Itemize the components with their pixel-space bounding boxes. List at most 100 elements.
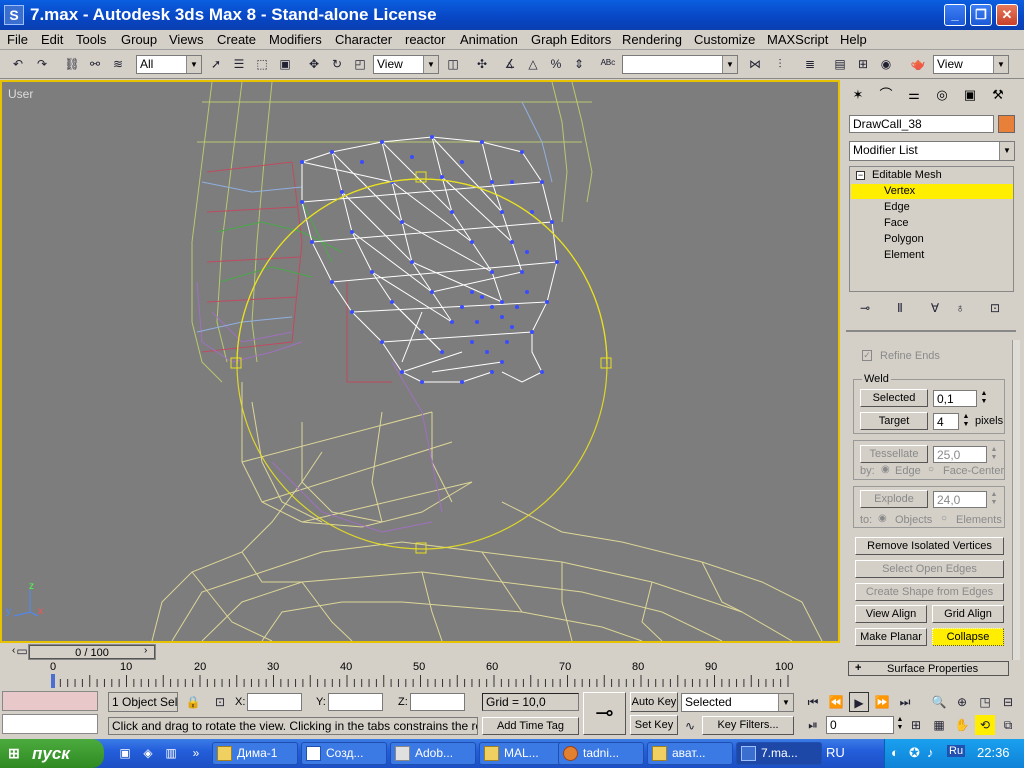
track-bar[interactable]: 0 10 20 30 40 50 60 70 80 90 100 <box>0 661 843 689</box>
app-icon[interactable]: S <box>4 5 24 25</box>
tessellate-edge-radio[interactable]: ◉ <box>881 464 890 475</box>
panel-scrollbar[interactable] <box>1012 340 1020 660</box>
add-time-tag-button[interactable]: Add Time Tag <box>482 717 579 735</box>
tessellate-face-center-radio[interactable]: ○ <box>928 464 934 475</box>
task-folder-dima[interactable]: Дима-1 <box>212 742 298 765</box>
time-config-icon[interactable]: ⊞ <box>906 715 926 735</box>
tray-lang-icon[interactable]: Ru <box>947 745 966 757</box>
maximize-button[interactable]: ❐ <box>970 4 992 26</box>
menu-modifiers[interactable]: Modifiers <box>269 32 322 47</box>
ref-coord-dropdown[interactable]: View ▼ <box>373 55 439 74</box>
weld-selected-button[interactable]: Selected <box>860 389 928 407</box>
render-view-dropdown[interactable]: View ▼ <box>933 55 1009 74</box>
create-tab-icon[interactable]: ✶ <box>846 83 870 107</box>
show-end-result-icon[interactable]: Ⅱ <box>890 298 910 318</box>
stack-item-vertex[interactable]: Vertex <box>884 185 915 197</box>
field-of-view-icon[interactable]: ▦ <box>929 715 949 735</box>
stack-item-face[interactable]: Face <box>884 217 908 229</box>
auto-key-button[interactable]: Auto Key <box>630 692 678 712</box>
menu-file[interactable]: File <box>7 32 28 47</box>
play-icon[interactable]: ▶ <box>849 692 869 712</box>
select-object-icon[interactable]: ➚ <box>206 54 226 74</box>
weld-threshold-field[interactable]: 0,1 <box>933 390 977 407</box>
select-open-edges-button[interactable]: Select Open Edges <box>855 560 1004 578</box>
tray-network-icon[interactable]: ◐ <box>891 745 899 760</box>
pin-stack-icon[interactable]: ⊸ <box>855 298 875 318</box>
prev-frame-icon[interactable]: ⏪ <box>826 692 846 712</box>
create-shape-from-edges-button[interactable]: Create Shape from Edges <box>855 583 1004 601</box>
menu-maxscript[interactable]: MAXScript <box>767 32 828 47</box>
motion-tab-icon[interactable]: ◎ <box>930 83 954 107</box>
key-mode-dropdown[interactable]: Selected ▼ <box>681 693 794 712</box>
menu-help[interactable]: Help <box>840 32 867 47</box>
frame-spinner-icon[interactable]: ▲ ▼ <box>895 716 905 732</box>
menu-rendering[interactable]: Rendering <box>622 32 682 47</box>
key-icon[interactable]: ⊸ <box>583 692 626 735</box>
modifier-list-dropdown[interactable]: Modifier List ▼ <box>849 141 1015 161</box>
menu-views[interactable]: Views <box>169 32 203 47</box>
viewport-user[interactable]: User z x y <box>0 80 840 643</box>
task-folder-mal[interactable]: MAL... <box>479 742 565 765</box>
collapse-toggle-icon[interactable]: − <box>856 171 865 180</box>
goto-start-icon[interactable]: ⏮ <box>803 692 823 712</box>
display-tab-icon[interactable]: ▣ <box>958 83 982 107</box>
stack-item-element[interactable]: Element <box>884 249 924 261</box>
weld-target-button[interactable]: Target <box>860 412 928 430</box>
quicklaunch-2-icon[interactable]: ◈ <box>138 743 158 763</box>
select-link-icon[interactable]: ⛓ <box>62 54 82 74</box>
mirror-icon[interactable]: ⋈ <box>745 54 765 74</box>
zoom-extents-icon[interactable]: ◳ <box>975 692 995 712</box>
named-selection-dropdown[interactable]: ▼ <box>622 55 738 74</box>
explode-elements-radio[interactable]: ○ <box>941 513 947 524</box>
quicklaunch-3-icon[interactable]: ▥ <box>161 743 181 763</box>
stack-item-edge[interactable]: Edge <box>884 201 910 213</box>
spinner-snap-icon[interactable]: ⇕ <box>569 54 589 74</box>
z-coord-field[interactable] <box>410 693 465 711</box>
percent-snap-icon[interactable]: % <box>546 54 566 74</box>
minimize-button[interactable]: _ <box>944 4 966 26</box>
undo-icon[interactable]: ↶ <box>8 54 28 74</box>
edit-named-selection-icon[interactable]: ᴬᴮᶜ <box>598 54 618 74</box>
time-slider-thumb[interactable]: 0 / 100 <box>29 645 155 659</box>
refine-ends-checkbox[interactable]: ✓ <box>862 350 872 361</box>
explode-button[interactable]: Explode <box>860 490 928 508</box>
view-align-button[interactable]: View Align <box>855 605 927 623</box>
angle-snap-icon[interactable]: △ <box>523 54 543 74</box>
surface-properties-rollout[interactable]: + Surface Properties <box>848 661 1009 676</box>
scale-icon[interactable]: ◰ <box>350 54 370 74</box>
make-unique-icon[interactable]: ∀ <box>925 298 945 318</box>
tray-volume-icon[interactable]: ♪ <box>927 745 934 760</box>
transform-mode-icon[interactable]: ⊡ <box>210 692 230 712</box>
tessellate-spinner-icon[interactable]: ▲ ▼ <box>989 446 999 462</box>
manipulate-icon[interactable]: ✣ <box>472 54 492 74</box>
explode-angle-field[interactable]: 24,0 <box>933 491 987 508</box>
x-coord-field[interactable] <box>247 693 302 711</box>
quicklaunch-1-icon[interactable]: ▣ <box>115 743 135 763</box>
menu-reactor[interactable]: reactor <box>405 32 445 47</box>
hierarchy-tab-icon[interactable]: ⚌ <box>902 83 926 107</box>
menu-group[interactable]: Group <box>121 32 157 47</box>
tray-antivirus-icon[interactable]: ✪ <box>909 745 920 761</box>
configure-sets-icon[interactable]: ⊡ <box>985 298 1005 318</box>
stack-item-polygon[interactable]: Polygon <box>884 233 924 245</box>
remove-modifier-icon[interactable]: ♁ <box>950 298 970 318</box>
object-color-swatch[interactable] <box>998 115 1015 133</box>
task-word-doc[interactable]: Созд... <box>301 742 387 765</box>
menu-animation[interactable]: Animation <box>460 32 518 47</box>
quicklaunch-more-icon[interactable]: » <box>186 743 206 763</box>
select-by-name-icon[interactable]: ☰ <box>229 54 249 74</box>
time-slider-next-icon[interactable]: › <box>144 645 147 656</box>
menu-customize[interactable]: Customize <box>694 32 755 47</box>
schematic-view-icon[interactable]: ⊞ <box>853 54 873 74</box>
menu-character[interactable]: Character <box>335 32 392 47</box>
curve-editor-icon[interactable]: ▤ <box>830 54 850 74</box>
language-indicator[interactable]: RU <box>826 745 845 760</box>
start-button[interactable]: ⊞ пуск <box>0 739 104 768</box>
y-coord-field[interactable] <box>328 693 383 711</box>
time-slider-track[interactable]: 0 / 100 <box>28 644 156 660</box>
bind-space-warp-icon[interactable]: ≋ <box>108 54 128 74</box>
render-scene-icon[interactable]: 🫖 <box>908 54 928 74</box>
zoom-icon[interactable]: 🔍 <box>929 692 949 712</box>
stack-root-editable-mesh[interactable]: Editable Mesh <box>872 169 942 181</box>
grid-align-button[interactable]: Grid Align <box>932 605 1004 623</box>
